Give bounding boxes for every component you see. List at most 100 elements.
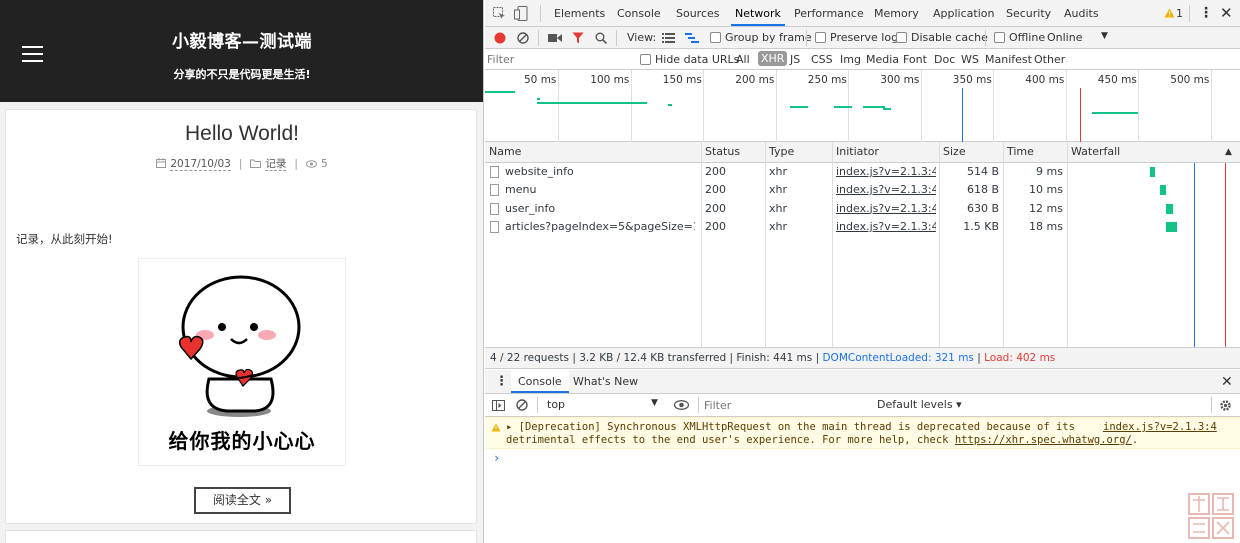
clear-console-icon[interactable] <box>516 399 528 411</box>
device-toolbar-icon[interactable] <box>514 6 528 21</box>
request-size: 1.5 KB <box>963 219 999 233</box>
request-initiator[interactable]: index.js?v=2.1.3:4 <box>836 181 936 199</box>
request-initiator[interactable]: index.js?v=2.1.3:4 <box>836 218 936 236</box>
throttling-select[interactable]: Online <box>1047 31 1082 44</box>
context-chevron-icon[interactable]: ▼ <box>651 398 658 408</box>
group-by-frame-checkbox[interactable] <box>710 32 721 43</box>
offline-label[interactable]: Offline <box>1009 31 1045 44</box>
large-rows-icon[interactable] <box>662 33 675 43</box>
request-time: 18 ms <box>1029 219 1063 233</box>
warning-source-link[interactable]: index.js?v=2.1.3:4 <box>1103 421 1217 433</box>
col-time[interactable]: Time <box>1003 142 1067 163</box>
group-by-frame-label[interactable]: Group by frame <box>725 31 812 44</box>
tab-audits[interactable]: Audits <box>1064 0 1099 26</box>
drawer-tab-console[interactable]: Console <box>511 370 569 393</box>
type-js[interactable]: JS <box>790 53 800 66</box>
clear-icon[interactable] <box>517 32 529 44</box>
tab-sources[interactable]: Sources <box>676 0 720 26</box>
timeline-tick-label: 100 ms <box>590 74 630 86</box>
waterfall-view-icon[interactable] <box>685 33 699 43</box>
console-prompt-icon[interactable]: › <box>493 451 500 465</box>
col-status[interactable]: Status <box>701 142 765 163</box>
post-category[interactable]: 记录 <box>265 158 287 171</box>
col-type[interactable]: Type <box>765 142 832 163</box>
post-date[interactable]: 2017/10/03 <box>170 158 231 171</box>
request-row[interactable]: articles?pageIndex=5&pageSize=10&q... 200… <box>485 218 1240 236</box>
preserve-log-checkbox[interactable] <box>815 32 826 43</box>
sidebar-toggle-icon[interactable] <box>492 400 505 411</box>
context-select[interactable]: top <box>547 398 565 411</box>
type-ws[interactable]: WS <box>961 53 979 66</box>
type-font[interactable]: Font <box>903 53 927 66</box>
col-initiator[interactable]: Initiator <box>832 142 939 163</box>
search-icon[interactable] <box>595 32 607 44</box>
read-more-button[interactable]: 阅读全文 » <box>194 487 291 514</box>
console-settings-gear-icon[interactable] <box>1219 399 1232 412</box>
tab-performance[interactable]: Performance <box>794 0 864 26</box>
tab-application[interactable]: Application <box>933 0 994 26</box>
timeline-tick-label: 300 ms <box>880 74 920 86</box>
filter-input[interactable] <box>487 51 631 67</box>
throttling-chevron-icon[interactable]: ▼ <box>1101 31 1108 41</box>
request-name[interactable]: user_info <box>505 200 695 218</box>
tab-memory[interactable]: Memory <box>874 0 919 26</box>
screenshot-camera-icon[interactable] <box>548 33 562 43</box>
log-levels-select[interactable]: Default levels ▾ <box>877 398 962 411</box>
col-name[interactable]: Name <box>485 142 701 163</box>
request-name[interactable]: menu <box>505 181 695 199</box>
type-other[interactable]: Other <box>1034 53 1065 66</box>
hide-data-urls-label[interactable]: Hide data URLs <box>655 53 739 66</box>
tab-console[interactable]: Console <box>617 0 661 26</box>
type-all[interactable]: All <box>736 53 750 66</box>
type-doc[interactable]: Doc <box>934 53 955 66</box>
waterfall-bar <box>1165 203 1173 214</box>
post-title[interactable]: Hello World! <box>6 122 478 146</box>
drawer-menu-icon[interactable]: ⋮ <box>495 374 508 389</box>
tab-network[interactable]: Network <box>731 0 785 26</box>
warning-line-1: [Deprecation] Synchronous XMLHttpRequest… <box>518 421 1075 433</box>
request-row[interactable]: menu 200 xhr index.js?v=2.1.3:4 618 B 10 ms <box>485 181 1240 199</box>
waterfall-bar <box>1166 221 1177 232</box>
hide-data-urls-checkbox[interactable] <box>640 54 651 65</box>
tab-elements[interactable]: Elements <box>554 0 605 26</box>
close-devtools-icon[interactable]: ✕ <box>1220 4 1233 22</box>
summary-requests: 4 / 22 requests <box>490 352 569 364</box>
close-drawer-icon[interactable]: ✕ <box>1221 374 1233 390</box>
tab-security[interactable]: Security <box>1006 0 1051 26</box>
sort-ascending-icon[interactable]: ▲ <box>1221 142 1232 163</box>
more-options-icon[interactable]: ⋮ <box>1199 5 1213 21</box>
network-summary: 4 / 22 requests | 3.2 KB / 12.4 KB trans… <box>485 347 1240 369</box>
site-title[interactable]: 小毅博客—测试端 <box>0 27 483 52</box>
col-waterfall[interactable]: Waterfall <box>1067 142 1217 163</box>
console-messages: ▸ [Deprecation] Synchronous XMLHttpReque… <box>485 417 1240 543</box>
col-size[interactable]: Size <box>939 142 1003 163</box>
filter-icon[interactable] <box>572 32 584 44</box>
expand-triangle-icon[interactable]: ▸ <box>506 421 519 433</box>
disable-cache-label[interactable]: Disable cache <box>911 31 988 44</box>
console-filter-input[interactable] <box>704 397 864 413</box>
type-xhr[interactable]: XHR <box>758 51 788 66</box>
type-media[interactable]: Media <box>866 53 899 66</box>
console-toolbar: top ▼ Default levels ▾ <box>485 394 1240 417</box>
warning-count[interactable]: 1 <box>1176 7 1183 20</box>
request-name[interactable]: articles?pageIndex=5&pageSize=10&q... <box>505 218 695 236</box>
eye-icon <box>305 160 317 168</box>
request-name[interactable]: website_info <box>505 163 695 181</box>
request-initiator[interactable]: index.js?v=2.1.3:4 <box>836 163 936 181</box>
console-warning-message[interactable]: ▸ [Deprecation] Synchronous XMLHttpReque… <box>485 417 1240 449</box>
live-expression-eye-icon[interactable] <box>674 400 689 410</box>
record-icon[interactable] <box>494 32 506 44</box>
warning-icon[interactable] <box>1164 8 1175 18</box>
request-row[interactable]: website_info 200 xhr index.js?v=2.1.3:4 514 … <box>485 163 1240 181</box>
type-img[interactable]: Img <box>840 53 861 66</box>
preserve-log-label[interactable]: Preserve log <box>830 31 898 44</box>
disable-cache-checkbox[interactable] <box>896 32 907 43</box>
offline-checkbox[interactable] <box>994 32 1005 43</box>
request-row[interactable]: user_info 200 xhr index.js?v=2.1.3:4 630 B 12… <box>485 200 1240 218</box>
warning-link[interactable]: https://xhr.spec.whatwg.org/ <box>955 434 1132 446</box>
inspect-element-icon[interactable] <box>493 7 506 20</box>
request-initiator[interactable]: index.js?v=2.1.3:4 <box>836 200 936 218</box>
type-css[interactable]: CSS <box>811 53 833 66</box>
drawer-tab-whats-new[interactable]: What's New <box>573 375 638 388</box>
type-manifest[interactable]: Manifest <box>985 53 1032 66</box>
